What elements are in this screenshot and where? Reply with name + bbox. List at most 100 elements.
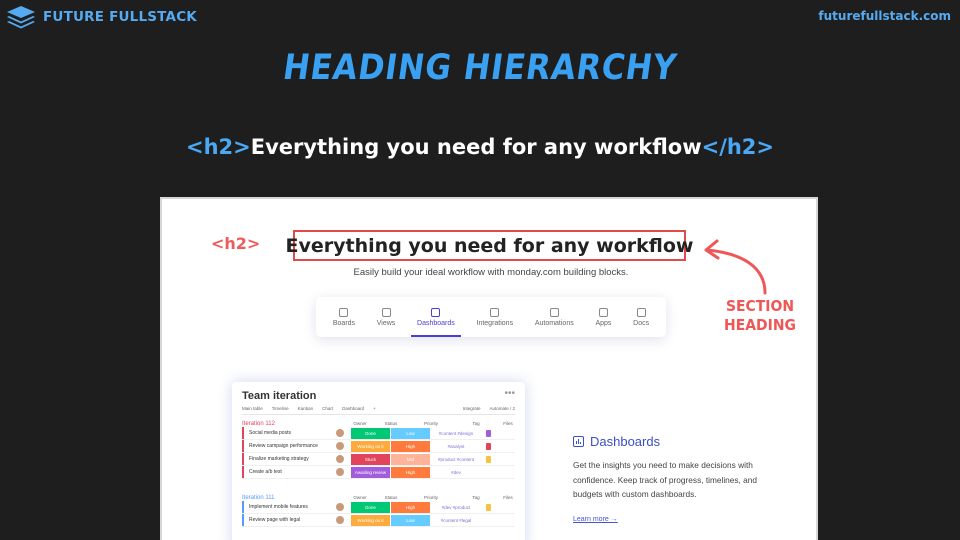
priority-pill[interactable]: Low xyxy=(391,514,430,526)
tag-cell[interactable]: #content #legal xyxy=(431,518,481,523)
status-pill[interactable]: Stuck xyxy=(351,453,390,465)
owner-cell[interactable] xyxy=(329,503,351,511)
file-cell[interactable] xyxy=(481,503,495,511)
file-cell[interactable] xyxy=(481,455,495,463)
item-name[interactable]: Review page with legal xyxy=(249,517,329,523)
tag-cell[interactable]: #dev #product xyxy=(431,505,481,510)
board-action[interactable]: Automate / 2 xyxy=(489,406,515,411)
column-headers: Owner Status Priority Tag Files xyxy=(349,421,515,427)
section-heading-annotation: SECTION HEADING xyxy=(722,297,798,335)
status-pill[interactable]: Awaiting review xyxy=(351,466,390,478)
column-headers: Owner Status Priority Tag Files xyxy=(349,495,515,501)
column-header: Status xyxy=(384,421,398,426)
group-color-bar xyxy=(242,427,244,439)
group-color-bar xyxy=(242,501,244,513)
tag-cell[interactable]: #dev xyxy=(431,470,481,475)
heading-highlight-box: Everything you need for any workflow xyxy=(286,230,693,261)
avatar xyxy=(336,429,344,437)
site-url[interactable]: futurefullstack.com xyxy=(818,9,951,23)
file-icon xyxy=(485,442,491,450)
priority-pill[interactable]: High xyxy=(391,440,430,452)
column-header: Owner xyxy=(353,495,367,500)
group-color-bar xyxy=(242,440,244,452)
section-heading: Everything you need for any workflow xyxy=(285,234,694,257)
owner-cell[interactable] xyxy=(329,468,351,476)
priority-pill[interactable]: Low xyxy=(391,427,430,439)
table-row[interactable]: Social media posts Done Low #content #desig… xyxy=(242,427,515,440)
owner-cell[interactable] xyxy=(329,442,351,450)
group-title[interactable]: Iteration 112 xyxy=(242,421,329,427)
item-name[interactable]: Implement mobile features xyxy=(249,504,329,510)
tab-dashboards[interactable]: Dashboards xyxy=(411,302,461,337)
status-pill[interactable]: Done xyxy=(351,501,390,513)
board-view-tab[interactable]: Kanban xyxy=(298,406,314,411)
priority-pill[interactable]: Mid xyxy=(391,453,430,465)
tag-cell[interactable]: #content #design xyxy=(431,431,481,436)
file-icon xyxy=(485,429,491,437)
tab-docs[interactable]: Docs xyxy=(633,302,649,332)
column-header: Priority xyxy=(423,495,438,500)
file-cell[interactable] xyxy=(481,429,495,437)
group-color-bar xyxy=(242,514,244,526)
status-pill[interactable]: Done xyxy=(351,427,390,439)
board-view-tab[interactable]: + xyxy=(373,406,376,411)
learn-more-link[interactable]: Learn more → xyxy=(573,516,618,523)
group-color-bar xyxy=(242,453,244,465)
priority-pill[interactable]: High xyxy=(391,501,430,513)
table-row[interactable]: Finalize marketing strategy Stuck Mid #prod… xyxy=(242,453,515,466)
file-icon xyxy=(485,503,491,511)
integrations-icon xyxy=(490,307,500,317)
owner-cell[interactable] xyxy=(329,516,351,524)
feature-description: Get the insights you need to make decisi… xyxy=(573,460,758,499)
avatar xyxy=(336,442,344,450)
dashboards-icon xyxy=(431,307,441,317)
group-title[interactable]: Iteration 111 xyxy=(242,495,329,501)
close-tag: </h2> xyxy=(701,135,775,159)
column-header: Priority xyxy=(423,421,438,426)
brand-name: FUTURE FULLSTACK xyxy=(43,9,197,25)
tab-label: Boards xyxy=(332,319,356,327)
file-cell[interactable] xyxy=(481,442,495,450)
status-pill[interactable]: Working on it xyxy=(351,514,390,526)
group-header: Iteration 112 Owner Status Priority Tag Files xyxy=(242,421,515,427)
column-header: Files xyxy=(503,421,513,426)
board-view-tab[interactable]: Main table xyxy=(242,406,263,411)
owner-cell[interactable] xyxy=(329,429,351,437)
column-header: Files xyxy=(503,495,513,500)
tag-cell[interactable]: #analyst xyxy=(431,444,481,449)
code-example: <h2>Everything you need for any workflow… xyxy=(0,135,960,159)
status-pill[interactable]: Working on it xyxy=(351,440,390,452)
tab-label: Apps xyxy=(595,319,612,327)
tag-cell[interactable]: #product #content xyxy=(431,457,481,462)
board-view-tab[interactable]: Chart xyxy=(322,406,333,411)
curved-arrow-icon xyxy=(704,239,767,295)
table-row[interactable]: Implement mobile features Done High #dev #p… xyxy=(242,501,515,514)
column-header: Tag xyxy=(472,421,480,426)
tab-apps[interactable]: Apps xyxy=(595,302,611,332)
table-row[interactable]: Create a/b test Awaiting review High #dev xyxy=(242,466,515,479)
table-row[interactable]: Review campaign performance Working on it… xyxy=(242,440,515,453)
board-views: Main table Timeline Kanban Chart Dashboard + I… xyxy=(242,406,515,415)
boards-icon xyxy=(339,307,349,317)
tab-boards[interactable]: Boards xyxy=(333,302,355,332)
board-view-tab[interactable]: Timeline xyxy=(272,406,289,411)
board-preview: Team iteration ••• Main table Timeline Kan… xyxy=(232,382,525,540)
tab-integrations[interactable]: Integrations xyxy=(477,302,513,332)
item-name[interactable]: Finalize marketing strategy xyxy=(249,456,329,462)
priority-pill[interactable]: High xyxy=(391,466,430,478)
tab-views[interactable]: Views xyxy=(377,302,395,332)
board-action[interactable]: Integrate xyxy=(463,406,481,411)
more-icon[interactable]: ••• xyxy=(504,388,515,399)
group-header: Iteration 111 Owner Status Priority Tag Files xyxy=(242,495,515,501)
item-name[interactable]: Create a/b test xyxy=(249,469,329,475)
item-name[interactable]: Review campaign performance xyxy=(249,443,329,449)
file-icon xyxy=(485,455,491,463)
brand-logo: FUTURE FULLSTACK xyxy=(6,5,197,29)
table-row[interactable]: Review page with legal Working on it Low #c… xyxy=(242,514,515,527)
owner-cell[interactable] xyxy=(329,455,351,463)
board-view-tab[interactable]: Dashboard xyxy=(342,406,364,411)
tab-automations[interactable]: Automations xyxy=(535,302,574,332)
tab-label: Automations xyxy=(534,319,574,327)
item-name[interactable]: Social media posts xyxy=(249,430,329,436)
feature-title: Dashboards xyxy=(573,434,660,449)
